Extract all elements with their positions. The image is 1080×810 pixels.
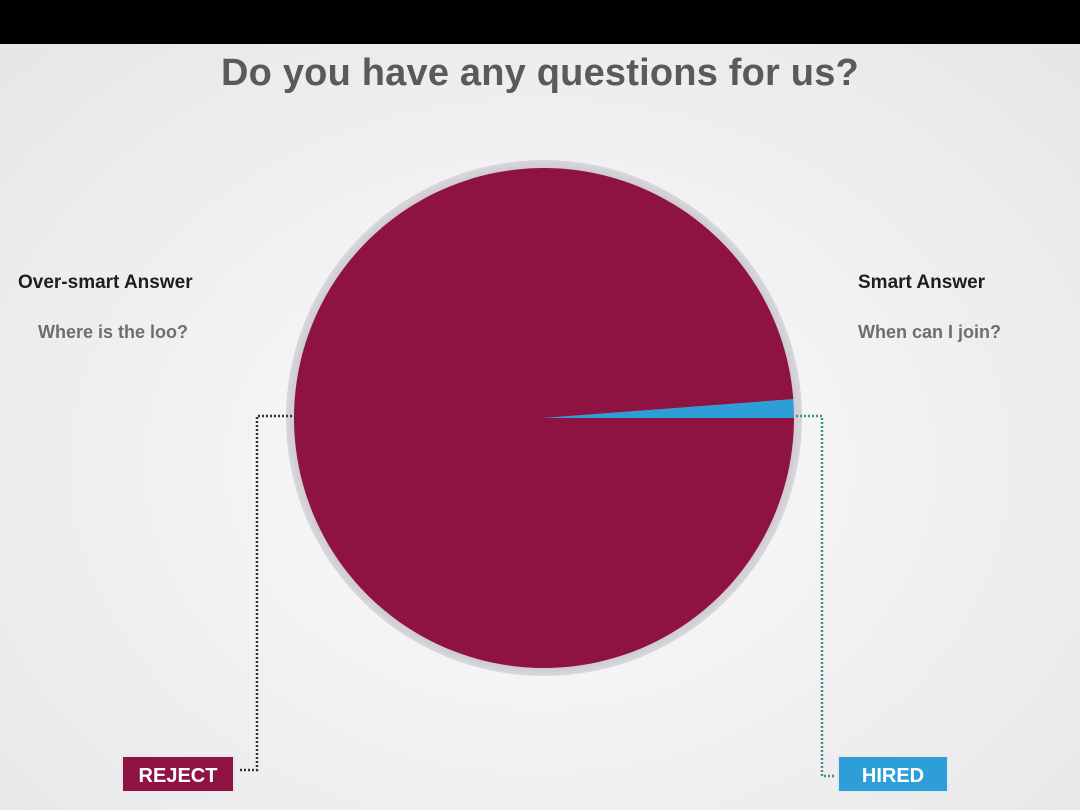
pie-chart: [240, 160, 835, 778]
hired-connector-line: [796, 414, 835, 778]
reject-label: REJECT: [121, 755, 235, 793]
pie-slices: [294, 167, 794, 668]
reject-connector-line: [240, 414, 292, 772]
hired-label: HIRED: [837, 755, 949, 793]
